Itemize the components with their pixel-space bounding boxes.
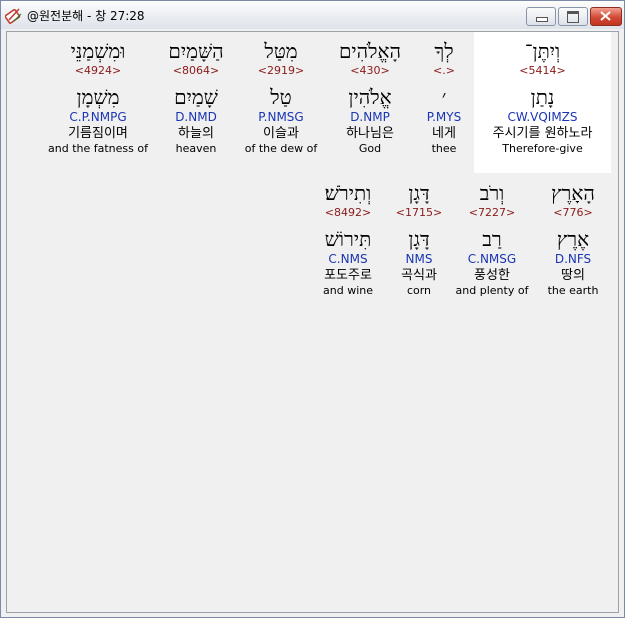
word-block[interactable]: הָאָרֶץ <776> אֶרֶץ D.NFS 땅의 the earth (535, 180, 611, 298)
lemma: אֱלֹהִין (348, 85, 392, 109)
lemma: ׳ (441, 85, 447, 109)
strong-number[interactable]: <4924> (43, 64, 153, 78)
english-gloss: God (358, 142, 382, 155)
lemma: טַל (270, 85, 292, 109)
close-button[interactable] (590, 7, 622, 26)
word-block[interactable]: וְרֹב <7227> רַב C.NMSG 풍성한 and plenty o… (451, 180, 533, 298)
lemma: נָתַן (530, 85, 555, 109)
korean-gloss: 하늘의 (178, 126, 214, 141)
strong-number[interactable]: <.> (410, 64, 478, 78)
minimize-button[interactable] (526, 7, 556, 26)
lemma: שָׁמַיִם (174, 85, 218, 109)
minimize-icon (536, 17, 548, 22)
hebrew-word: הָאָרֶץ (551, 181, 595, 205)
lemma: תִּירוֹשׁ (324, 227, 372, 251)
hebrew-word: וְיִתֶּן־ (524, 39, 561, 63)
strong-number[interactable]: <5414> (474, 64, 611, 78)
hebrew-word: הָאֱלֹהִים (338, 39, 402, 63)
hebrew-word: מִטַּל (264, 39, 298, 63)
window-title: @원전분해 - 창 27:28 (27, 9, 145, 23)
lemma: אֶרֶץ (556, 227, 590, 251)
english-gloss: thee (431, 142, 457, 155)
english-gloss: of the dew of (244, 142, 318, 155)
english-gloss: Therefore-give (502, 142, 583, 155)
korean-gloss: 이슬과 (263, 126, 299, 141)
parse-code: C.NMSG (467, 252, 517, 266)
parse-code: C.P.NMPG (69, 110, 127, 124)
korean-gloss: 포도주로 (324, 268, 372, 283)
hebrew-word: דָּגָן (408, 181, 430, 205)
word-block[interactable]: הַשָּׁמַיִם <8064> שָׁמַיִם D.NMD 하늘의 he… (155, 38, 237, 156)
lemma: רַב (482, 227, 502, 251)
parse-code: D.NFS (554, 252, 592, 266)
english-gloss: and the fatness of (48, 142, 148, 155)
maximize-button[interactable] (558, 7, 588, 26)
strong-number[interactable]: <7227> (451, 206, 533, 220)
strong-number[interactable]: <1715> (386, 206, 452, 220)
close-icon (600, 11, 611, 21)
word-block[interactable]: וְתִירֹשׁ׃ <8492> תִּירוֹשׁ C.NMS 포도주로 a… (313, 180, 383, 298)
korean-gloss: 풍성한 (474, 268, 510, 283)
parse-code: D.NMD (175, 110, 217, 124)
parse-code: NMS (405, 252, 433, 266)
parse-code: P.NMSG (258, 110, 304, 124)
lemma: מִשְׁמָן (76, 85, 120, 109)
hebrew-word: לְךָ (434, 39, 454, 63)
english-gloss: corn (406, 284, 432, 297)
hebrew-word: הַשָּׁמַיִם (168, 39, 224, 63)
korean-gloss: 곡식과 (401, 268, 437, 283)
word-block[interactable]: הָאֱלֹהִים <430> אֱלֹהִין D.NMP 하나님은 God (325, 38, 415, 156)
interlinear-panel[interactable]: וְיִתֶּן־ <5414> נָתַן CW.VQIMZS 주시기를 원하… (6, 31, 619, 613)
korean-gloss: 기름짐이며 (68, 126, 128, 141)
title-bar[interactable]: @원전분해 - 창 27:28 (1, 1, 624, 29)
parse-code: P.MYS (426, 110, 462, 124)
korean-gloss: 네게 (432, 126, 456, 141)
english-gloss: heaven (175, 142, 217, 155)
hebrew-word: וְרֹב (479, 181, 505, 205)
app-window: @원전분해 - 창 27:28 וְיִתֶּן־ <5414> נָתַן C… (0, 0, 625, 618)
korean-gloss: 하나님은 (346, 126, 394, 141)
maximize-icon (567, 11, 579, 23)
strong-number[interactable]: <430> (325, 64, 415, 78)
english-gloss: the earth (547, 284, 599, 297)
hebrew-word: וּמִשְׁמַנֵּי (70, 39, 126, 63)
word-block[interactable]: מִטַּל <2919> טַל P.NMSG 이슬과 of the dew … (241, 38, 321, 156)
strong-number[interactable]: <776> (535, 206, 611, 220)
word-block[interactable]: וְיִתֶּן־ <5414> נָתַן CW.VQIMZS 주시기를 원하… (474, 32, 611, 173)
hebrew-word: וְתִירֹשׁ׃ (324, 181, 372, 205)
app-icon (5, 8, 22, 24)
word-block[interactable]: וּמִשְׁמַנֵּי <4924> מִשְׁמָן C.P.NMPG 기… (43, 38, 153, 156)
parse-code: D.NMP (350, 110, 390, 124)
word-block[interactable]: לְךָ <.> ׳ P.MYS 네게 thee (410, 38, 478, 156)
korean-gloss: 땅의 (561, 268, 585, 283)
parse-code: C.NMS (328, 252, 368, 266)
parse-code: CW.VQIMZS (507, 110, 578, 124)
lemma: דָּגָן (408, 227, 430, 251)
english-gloss: and plenty of (455, 284, 529, 297)
strong-number[interactable]: <8492> (313, 206, 383, 220)
word-block[interactable]: דָּגָן <1715> דָּגָן NMS 곡식과 corn (386, 180, 452, 298)
korean-gloss: 주시기를 원하노라 (492, 126, 593, 141)
strong-number[interactable]: <2919> (241, 64, 321, 78)
english-gloss: and wine (323, 284, 373, 297)
strong-number[interactable]: <8064> (155, 64, 237, 78)
